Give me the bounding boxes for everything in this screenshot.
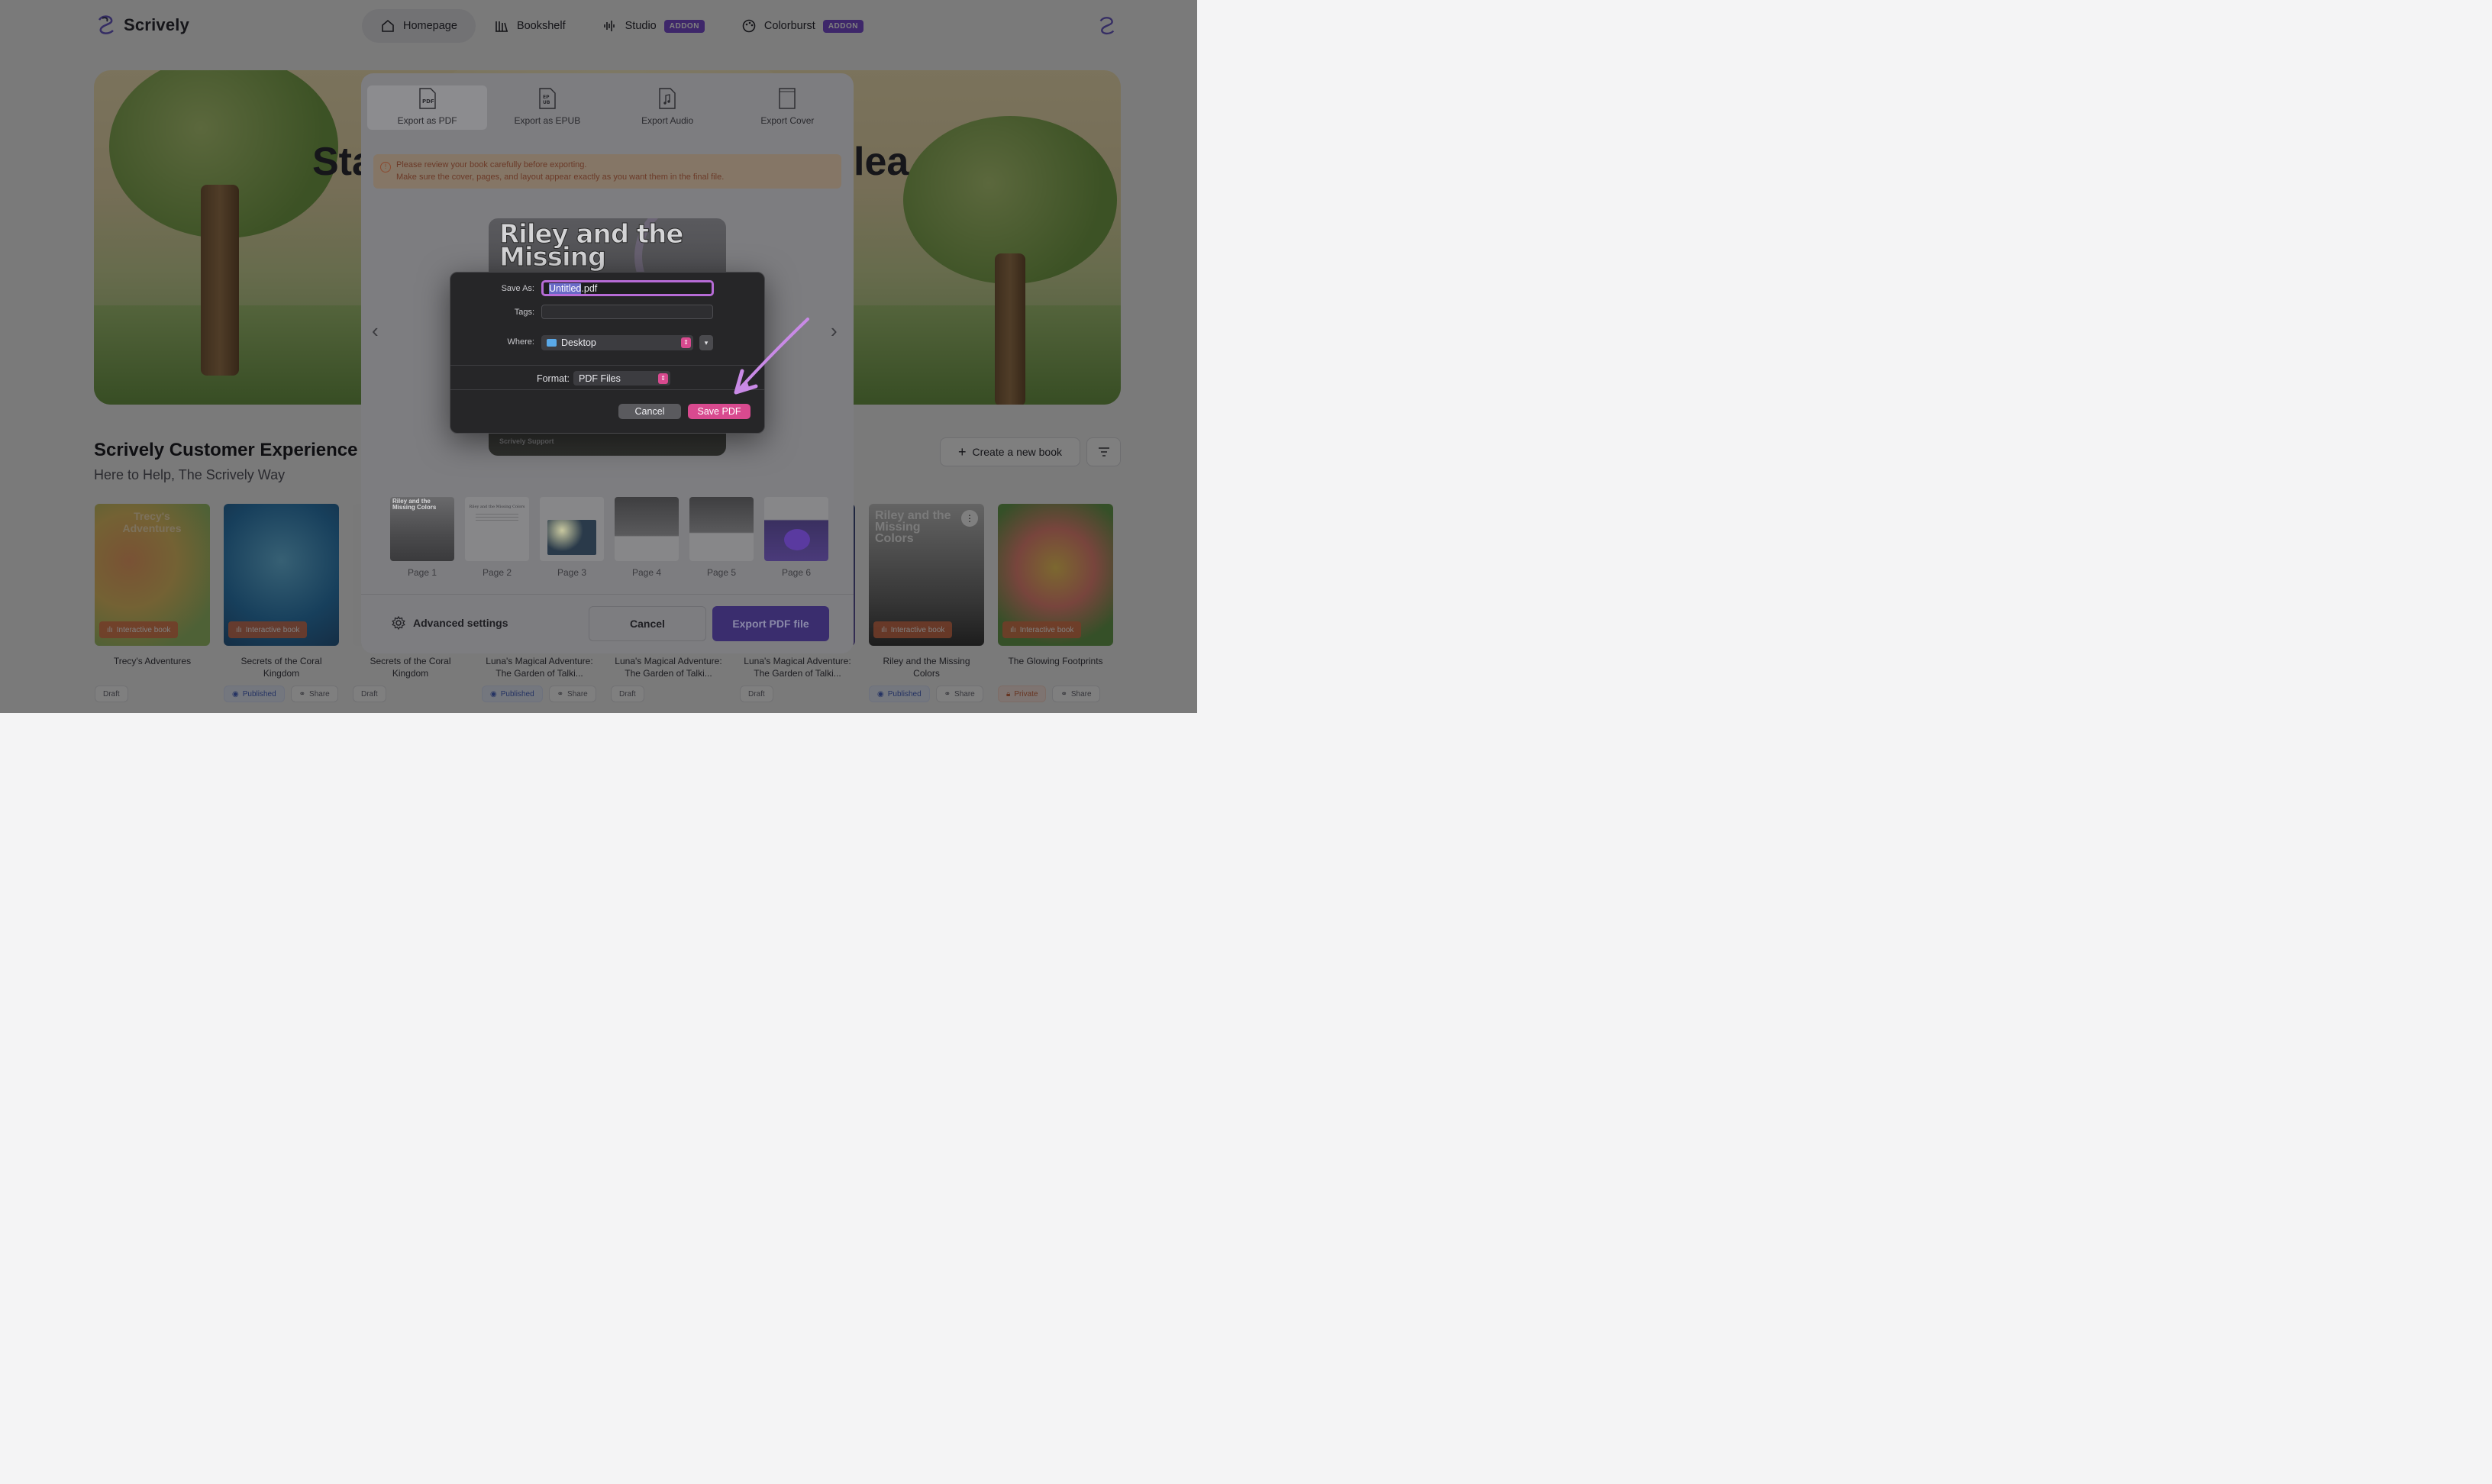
folder-icon: [547, 339, 557, 347]
annotation-arrow-icon: [734, 318, 809, 395]
audio-file-icon: [659, 88, 676, 109]
tags-label: Tags:: [514, 308, 534, 317]
expand-dialog-button[interactable]: ▾: [699, 335, 713, 350]
export-footer: Advanced settings Cancel Export PDF file: [361, 594, 854, 653]
export-pdf-button[interactable]: Export PDF file: [712, 606, 829, 641]
dialog-cancel-button[interactable]: Cancel: [618, 404, 681, 419]
preview-footer: Scrively Support: [499, 437, 554, 445]
tab-export-cover[interactable]: Export Cover: [728, 85, 847, 130]
gear-icon: [392, 616, 405, 630]
tab-export-audio[interactable]: Export Audio: [608, 85, 728, 130]
where-select[interactable]: Desktop ⇕: [541, 335, 693, 350]
epub-file-icon: EPUB: [539, 88, 556, 109]
svg-text:EP: EP: [543, 95, 550, 100]
select-stepper-icon: ⇕: [681, 337, 691, 348]
export-warning: ! Please review your book carefully befo…: [373, 154, 841, 189]
export-tabs: PDF Export as PDF EP UB Export as EPUB Ex…: [367, 85, 847, 130]
page-thumbnail[interactable]: Page 3: [540, 497, 604, 578]
page-thumbnail[interactable]: Page 6: [764, 497, 828, 578]
cancel-button[interactable]: Cancel: [589, 606, 706, 641]
page-thumbnails: Riley and the Missing Colors Page 1 Rile…: [390, 497, 828, 578]
next-page-arrow[interactable]: ›: [831, 319, 838, 343]
page-thumbnail[interactable]: Riley and the Missing Colors Page 1: [390, 497, 454, 578]
svg-text:PDF: PDF: [422, 98, 434, 105]
page-thumbnail[interactable]: Page 4: [615, 497, 679, 578]
tab-export-pdf[interactable]: PDF Export as PDF: [367, 85, 488, 130]
save-as-label: Save As:: [501, 284, 534, 293]
save-pdf-button[interactable]: Save PDF: [688, 404, 751, 419]
info-icon: !: [380, 162, 391, 173]
previous-page-arrow[interactable]: ‹: [372, 319, 379, 343]
advanced-settings-button[interactable]: Advanced settings: [392, 616, 508, 630]
tags-input[interactable]: [541, 305, 713, 319]
svg-text:UB: UB: [543, 100, 550, 105]
save-dialog: Save As: Untitled .pdf Tags: Where: Deskt…: [450, 272, 765, 434]
page-thumbnail[interactable]: Page 5: [689, 497, 754, 578]
filename-selection: Untitled: [549, 282, 582, 294]
save-as-input[interactable]: Untitled .pdf: [541, 280, 714, 296]
format-select[interactable]: PDF Files ⇕: [573, 371, 670, 386]
chevron-down-icon: ▾: [704, 338, 709, 347]
select-stepper-icon: ⇕: [658, 373, 668, 384]
where-label: Where:: [507, 337, 534, 347]
tab-export-epub[interactable]: EP UB Export as EPUB: [487, 85, 607, 130]
cover-icon: [779, 88, 796, 109]
format-label: Format:: [536, 373, 570, 384]
preview-title: Riley and the Missing: [499, 219, 684, 273]
page-thumbnail[interactable]: Riley and the Missing Colors Page 2: [465, 497, 529, 578]
pdf-file-icon: PDF: [418, 88, 436, 109]
